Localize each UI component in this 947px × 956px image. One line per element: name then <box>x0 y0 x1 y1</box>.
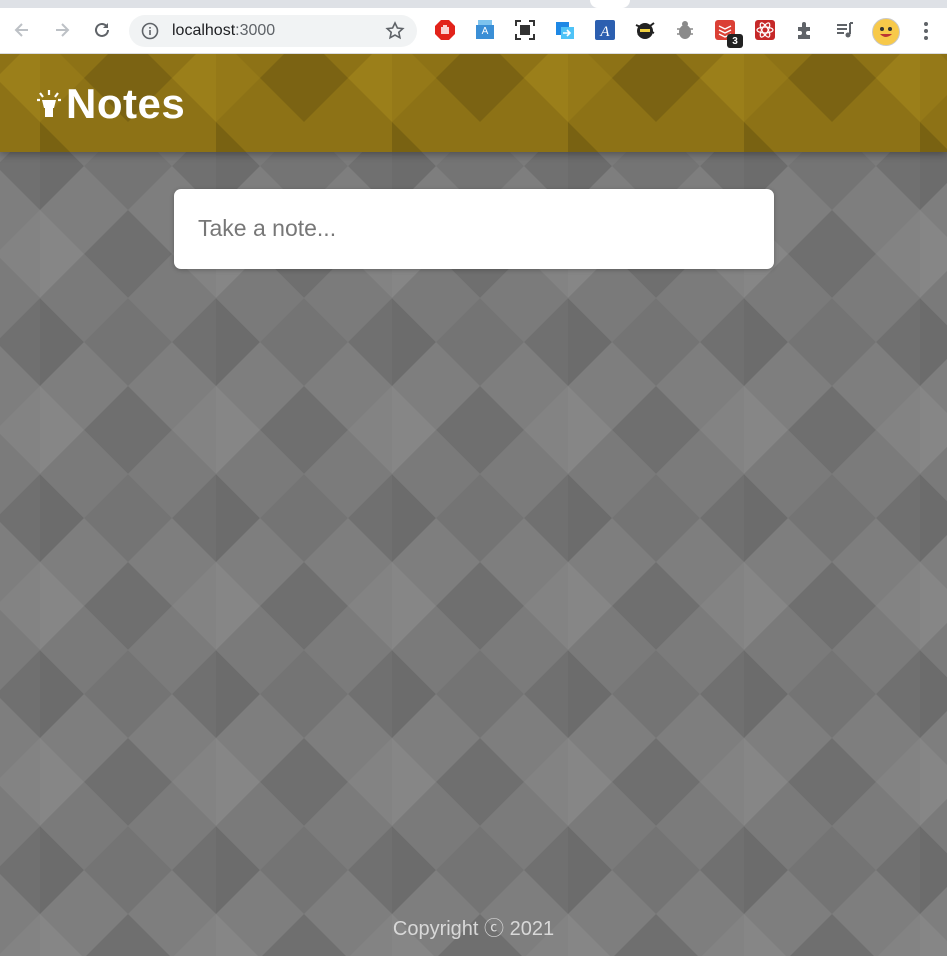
create-note-form <box>174 189 774 269</box>
ext-adblock-icon[interactable] <box>434 19 456 41</box>
arrow-left-icon <box>14 23 28 37</box>
ext-ninja-icon[interactable] <box>634 19 656 41</box>
profile-avatar[interactable] <box>872 18 900 46</box>
svg-text:A: A <box>599 24 610 40</box>
back-button[interactable] <box>8 16 36 44</box>
extension-badge: 3 <box>727 34 743 48</box>
reload-icon <box>95 22 109 37</box>
arrow-right-icon <box>56 23 70 37</box>
page-content: Notes Copyright ⓒ 2021 <box>0 54 947 956</box>
ext-font-icon[interactable]: A <box>594 19 616 41</box>
address-bar[interactable]: localhost:3000 <box>129 15 417 47</box>
info-icon[interactable] <box>141 22 159 40</box>
ext-screenshot-icon[interactable] <box>514 19 536 41</box>
emoji-face-icon <box>880 27 892 37</box>
app-header: Notes <box>0 54 947 152</box>
forward-button[interactable] <box>48 16 76 44</box>
browser-menu-icon[interactable] <box>916 20 936 42</box>
tab-strip <box>0 0 947 8</box>
footer: Copyright ⓒ 2021 <box>0 912 947 941</box>
note-input[interactable] <box>196 211 750 245</box>
bookmark-star-icon[interactable] <box>385 21 405 41</box>
ext-share-icon[interactable] <box>554 19 576 41</box>
app-title: Notes <box>66 80 186 127</box>
app-logo: Notes <box>36 80 185 128</box>
copyright-text: Copyright ⓒ 2021 <box>392 918 555 940</box>
browser-toolbar: localhost:3000 A A 3 <box>0 8 947 54</box>
reload-button[interactable] <box>88 16 116 44</box>
lightbulb-icon <box>37 90 61 117</box>
ext-translate-icon[interactable]: A <box>474 19 496 41</box>
ext-bug-icon[interactable] <box>674 19 696 41</box>
media-queue-icon[interactable] <box>834 19 856 41</box>
ext-react-icon[interactable] <box>754 19 776 41</box>
svg-text:A: A <box>482 26 489 37</box>
extensions-puzzle-icon[interactable] <box>794 19 816 41</box>
url-text[interactable]: localhost:3000 <box>172 22 275 40</box>
